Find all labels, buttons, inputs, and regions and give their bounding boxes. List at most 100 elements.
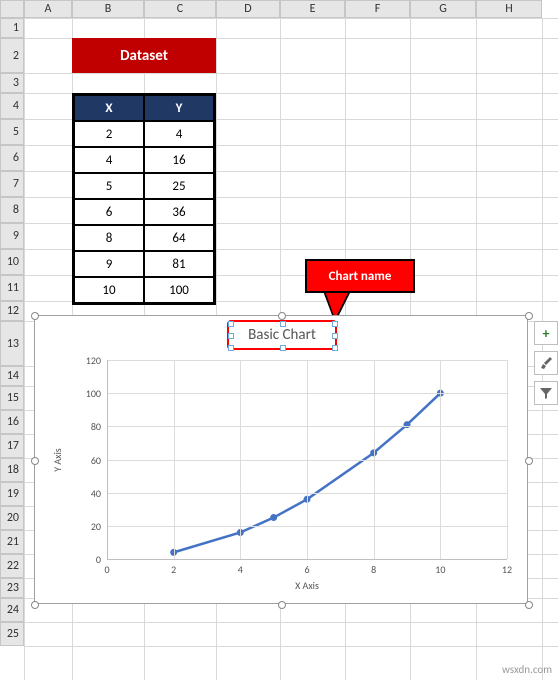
chart-styles-button[interactable] (534, 351, 558, 375)
row-header-21[interactable]: 21 (0, 530, 24, 554)
y-tick-label: 40 (75, 487, 101, 500)
row-header-12[interactable]: 12 (0, 301, 24, 321)
watermark-text: wsxdn.com (502, 663, 552, 676)
y-tick-label: 20 (75, 520, 101, 533)
chart-name-callout: Chart name (305, 259, 415, 293)
row-header-17[interactable]: 17 (0, 434, 24, 458)
title-handle[interactable] (228, 321, 234, 327)
table-cell[interactable]: 2 (74, 121, 144, 147)
title-handle[interactable] (332, 333, 338, 339)
x-tick-label: 8 (364, 563, 384, 576)
row-header-11[interactable]: 11 (0, 275, 24, 301)
title-handle[interactable] (280, 321, 286, 327)
column-header-H[interactable]: H (476, 0, 542, 18)
selection-handle[interactable] (278, 312, 286, 320)
column-header-G[interactable]: G (410, 0, 476, 18)
table-cell[interactable]: 8 (74, 225, 144, 251)
title-handle[interactable] (228, 333, 234, 339)
chart-marker[interactable] (270, 514, 277, 521)
y-tick-label: 0 (75, 553, 101, 566)
table-cell[interactable]: 9 (74, 251, 144, 277)
table-cell[interactable]: 16 (144, 147, 214, 173)
row-header-3[interactable]: 3 (0, 73, 24, 93)
y-tick-label: 80 (75, 420, 101, 433)
table-cell[interactable]: 4 (144, 121, 214, 147)
chart-elements-button[interactable]: + (534, 321, 558, 345)
selection-handle[interactable] (525, 601, 533, 609)
chart-title-selection-box[interactable]: Basic Chart (227, 320, 337, 350)
x-tick-label: 2 (164, 563, 184, 576)
column-header-B[interactable]: B (72, 0, 144, 18)
row-header-15[interactable]: 15 (0, 386, 24, 410)
row-header-5[interactable]: 5 (0, 119, 24, 145)
table-cell[interactable]: 6 (74, 199, 144, 225)
watermark: wsxdn.com (502, 663, 552, 676)
selection-handle[interactable] (31, 457, 39, 465)
selection-handle[interactable] (278, 601, 286, 609)
row-header-25[interactable]: 25 (0, 622, 24, 646)
funnel-icon (539, 386, 553, 400)
table-cell[interactable]: 100 (144, 277, 214, 303)
row-header-4[interactable]: 4 (0, 93, 24, 119)
plus-icon: + (543, 325, 550, 342)
x-axis-title: X Axis (277, 579, 337, 592)
row-header-24[interactable]: 24 (0, 598, 24, 622)
row-header-22[interactable]: 22 (0, 554, 24, 578)
row-header-1[interactable]: 1 (0, 18, 24, 38)
column-header-A[interactable]: A (24, 0, 72, 18)
row-header-8[interactable]: 8 (0, 197, 24, 223)
selection-handle[interactable] (525, 457, 533, 465)
row-header-16[interactable]: 16 (0, 410, 24, 434)
column-header-D[interactable]: D (216, 0, 280, 18)
row-header-7[interactable]: 7 (0, 171, 24, 197)
spreadsheet: ABCDEFGH 1234567891011121314151617181920… (0, 0, 558, 680)
row-header-13[interactable]: 13 (0, 321, 24, 366)
row-header-19[interactable]: 19 (0, 482, 24, 506)
title-handle[interactable] (280, 345, 286, 351)
table-cell[interactable]: 64 (144, 225, 214, 251)
table-cell[interactable]: 25 (144, 173, 214, 199)
row-header-14[interactable]: 14 (0, 366, 24, 386)
plot-area (107, 360, 507, 559)
row-header-6[interactable]: 6 (0, 145, 24, 171)
table-header-y[interactable]: Y (144, 95, 214, 121)
row-header-23[interactable]: 23 (0, 578, 24, 598)
selection-handle[interactable] (31, 601, 39, 609)
column-header-F[interactable]: F (345, 0, 410, 18)
row-header-9[interactable]: 9 (0, 223, 24, 249)
table-cell[interactable]: 4 (74, 147, 144, 173)
table-cell[interactable]: 36 (144, 199, 214, 225)
row-header-10[interactable]: 10 (0, 249, 24, 275)
title-handle[interactable] (228, 345, 234, 351)
row-header-2[interactable]: 2 (0, 38, 24, 73)
x-tick-label: 4 (230, 563, 250, 576)
chart-title-text: Basic Chart (248, 326, 316, 344)
y-tick-label: 100 (75, 387, 101, 400)
callout-label: Chart name (329, 269, 392, 284)
row-header-20[interactable]: 20 (0, 506, 24, 530)
x-tick-label: 6 (297, 563, 317, 576)
y-axis-title: Y Axis (51, 430, 64, 490)
table-header-x[interactable]: X (74, 95, 144, 121)
select-all-corner[interactable] (0, 0, 24, 18)
title-handle[interactable] (332, 321, 338, 327)
data-table: XY2441652563686498110100 (72, 93, 216, 305)
y-tick-label: 120 (75, 354, 101, 367)
chart-title[interactable]: Basic Chart (231, 324, 333, 346)
table-cell[interactable]: 10 (74, 277, 144, 303)
chart-object[interactable]: Basic Chart Y Axis X Axis 02468101202040… (34, 315, 528, 604)
column-header-E[interactable]: E (280, 0, 345, 18)
brush-icon (539, 356, 553, 370)
selection-handle[interactable] (31, 312, 39, 320)
table-cell[interactable]: 81 (144, 251, 214, 277)
dataset-banner: Dataset (72, 38, 216, 73)
selection-handle[interactable] (525, 312, 533, 320)
x-tick-label: 12 (497, 563, 517, 576)
chart-filters-button[interactable] (534, 381, 558, 405)
y-tick-label: 60 (75, 454, 101, 467)
column-header-C[interactable]: C (144, 0, 216, 18)
row-header-18[interactable]: 18 (0, 458, 24, 482)
y-axis-title-text: Y Axis (51, 448, 64, 471)
table-cell[interactable]: 5 (74, 173, 144, 199)
title-handle[interactable] (332, 345, 338, 351)
